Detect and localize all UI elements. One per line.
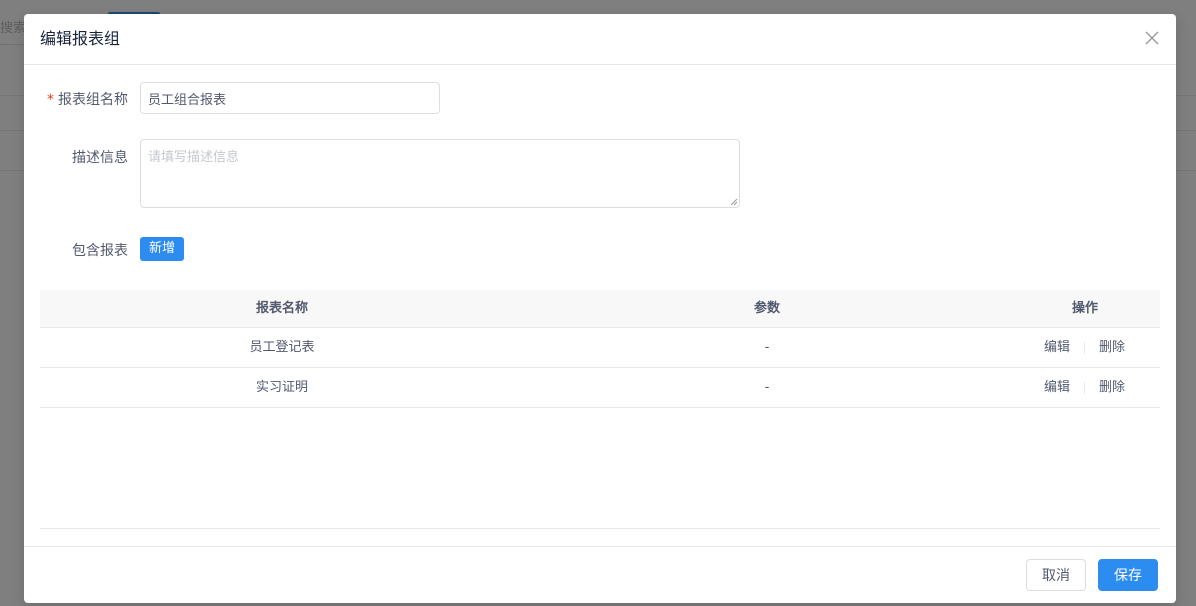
column-header-name: 报表名称 <box>255 301 308 316</box>
reports-table: 报表名称 参数 操作 员工登记表 - 编辑 删除 实习证明 - 编辑 删除 <box>40 290 1160 408</box>
table-row: 员工登记表 - 编辑 删除 <box>40 328 1160 368</box>
table-bottom-border <box>40 528 1160 529</box>
cell-report-name: 实习证明 <box>255 380 308 395</box>
delete-link[interactable]: 删除 <box>1099 380 1125 395</box>
modal-footer: 取消 保存 <box>24 546 1176 604</box>
action-divider <box>1084 381 1086 394</box>
row-actions: 编辑 删除 <box>1044 328 1125 367</box>
action-divider <box>1084 341 1086 354</box>
close-icon[interactable] <box>1142 28 1162 48</box>
cell-params: - <box>764 340 770 355</box>
table-header: 报表名称 参数 操作 <box>40 290 1160 328</box>
resize-grip-icon[interactable] <box>730 198 738 206</box>
cell-report-name: 员工登记表 <box>249 340 315 355</box>
cancel-button[interactable]: 取消 <box>1026 559 1086 591</box>
column-header-actions: 操作 <box>1071 301 1098 316</box>
edit-link[interactable]: 编辑 <box>1044 380 1070 395</box>
edit-link[interactable]: 编辑 <box>1044 340 1070 355</box>
row-actions: 编辑 删除 <box>1044 368 1125 407</box>
save-button[interactable]: 保存 <box>1098 559 1158 591</box>
description-textarea[interactable] <box>140 139 740 208</box>
desc-label: 描述信息 <box>72 150 128 166</box>
reports-label: 包含报表 <box>72 243 128 259</box>
required-mark: * <box>47 92 54 108</box>
name-label-text: 报表组名称 <box>58 92 128 108</box>
edit-report-group-modal: 编辑报表组 *报表组名称 描述信息 包含报表 新增 报表名称 参数 操作 员工登… <box>24 14 1176 603</box>
add-report-button[interactable]: 新增 <box>140 237 184 261</box>
report-group-name-input[interactable] <box>140 82 440 114</box>
table-row: 实习证明 - 编辑 删除 <box>40 368 1160 408</box>
cell-params: - <box>764 380 770 395</box>
column-header-params: 参数 <box>753 301 780 316</box>
modal-header: 编辑报表组 <box>24 14 1176 65</box>
delete-link[interactable]: 删除 <box>1099 340 1125 355</box>
modal-title: 编辑报表组 <box>40 29 121 48</box>
name-label: * 报表组名称 <box>24 89 128 109</box>
